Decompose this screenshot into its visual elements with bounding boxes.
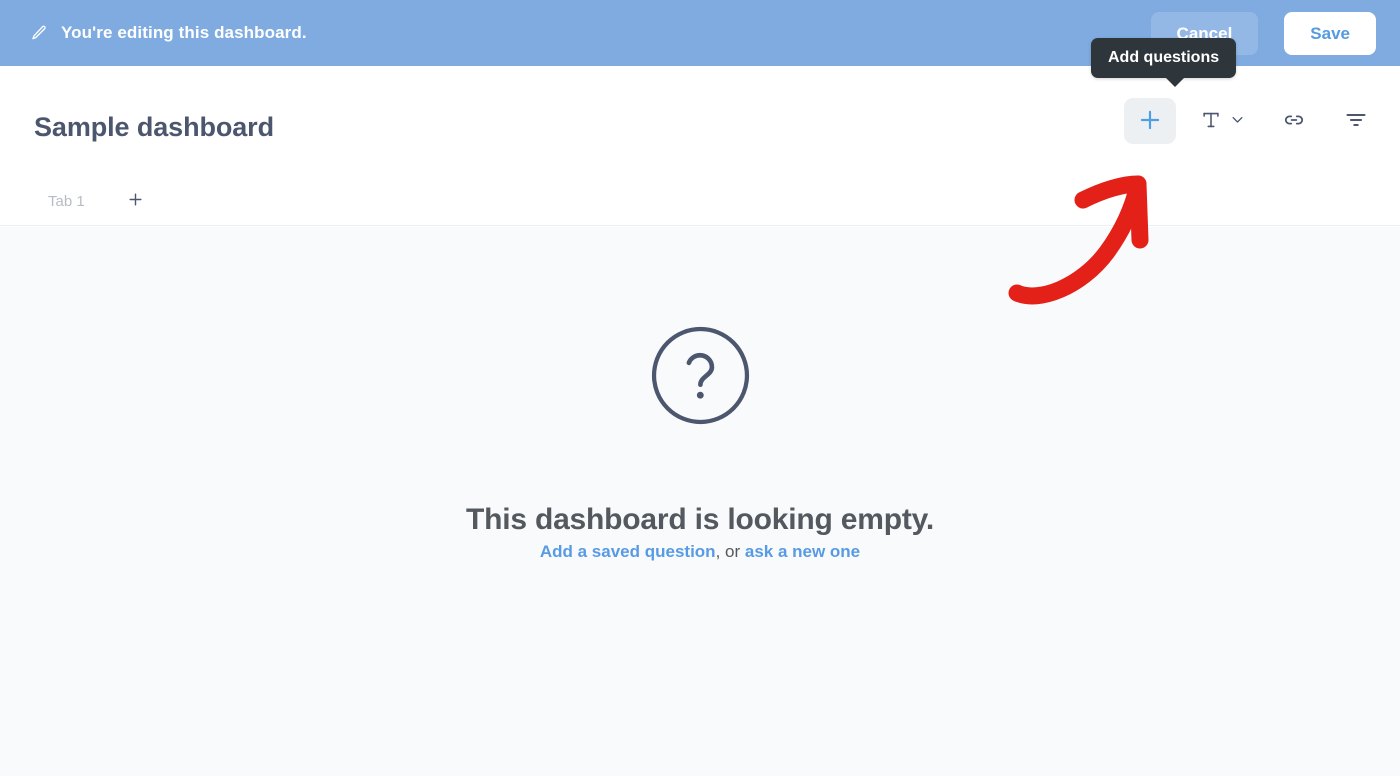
dashboard-tabs: Tab 1 — [34, 188, 149, 214]
link-icon — [1282, 108, 1306, 135]
dashboard-edit-toolbar — [1124, 98, 1382, 144]
edit-banner-text: You're editing this dashboard. — [61, 23, 307, 42]
save-button[interactable]: Save — [1284, 11, 1376, 55]
plus-icon — [1137, 107, 1163, 136]
page-title[interactable]: Sample dashboard — [34, 112, 274, 143]
add-tab-button[interactable] — [123, 188, 149, 214]
add-saved-question-link[interactable]: Add a saved question — [540, 542, 716, 561]
edit-banner-message-group: You're editing this dashboard. — [30, 23, 307, 43]
text-t-icon — [1200, 109, 1222, 134]
tooltip-text: Add questions — [1108, 49, 1220, 66]
pencil-icon — [30, 24, 48, 42]
add-link-button[interactable] — [1268, 98, 1320, 144]
empty-state-subtitle: Add a saved question, or ask a new one — [540, 542, 860, 562]
dashboard-tab-1[interactable]: Tab 1 — [34, 189, 99, 214]
add-questions-button[interactable] — [1124, 98, 1176, 144]
chevron-down-icon — [1230, 112, 1245, 130]
filter-icon — [1344, 108, 1368, 135]
dashboard-header: Sample dashboard Tab 1 — [0, 66, 1400, 226]
empty-state: This dashboard is looking empty. Add a s… — [0, 325, 1400, 562]
dashboard-edit-screen: You're editing this dashboard. Cancel Sa… — [0, 0, 1400, 776]
add-text-button[interactable] — [1186, 98, 1258, 144]
dashboard-canvas: This dashboard is looking empty. Add a s… — [0, 227, 1400, 776]
empty-state-title: This dashboard is looking empty. — [465, 503, 935, 536]
plus-icon — [127, 191, 144, 211]
add-filter-button[interactable] — [1330, 98, 1382, 144]
add-questions-tooltip: Add questions — [1091, 38, 1237, 87]
ask-new-question-link[interactable]: ask a new one — [745, 542, 860, 561]
question-mark-circle-icon — [650, 325, 751, 431]
empty-state-separator: , or — [715, 542, 745, 561]
